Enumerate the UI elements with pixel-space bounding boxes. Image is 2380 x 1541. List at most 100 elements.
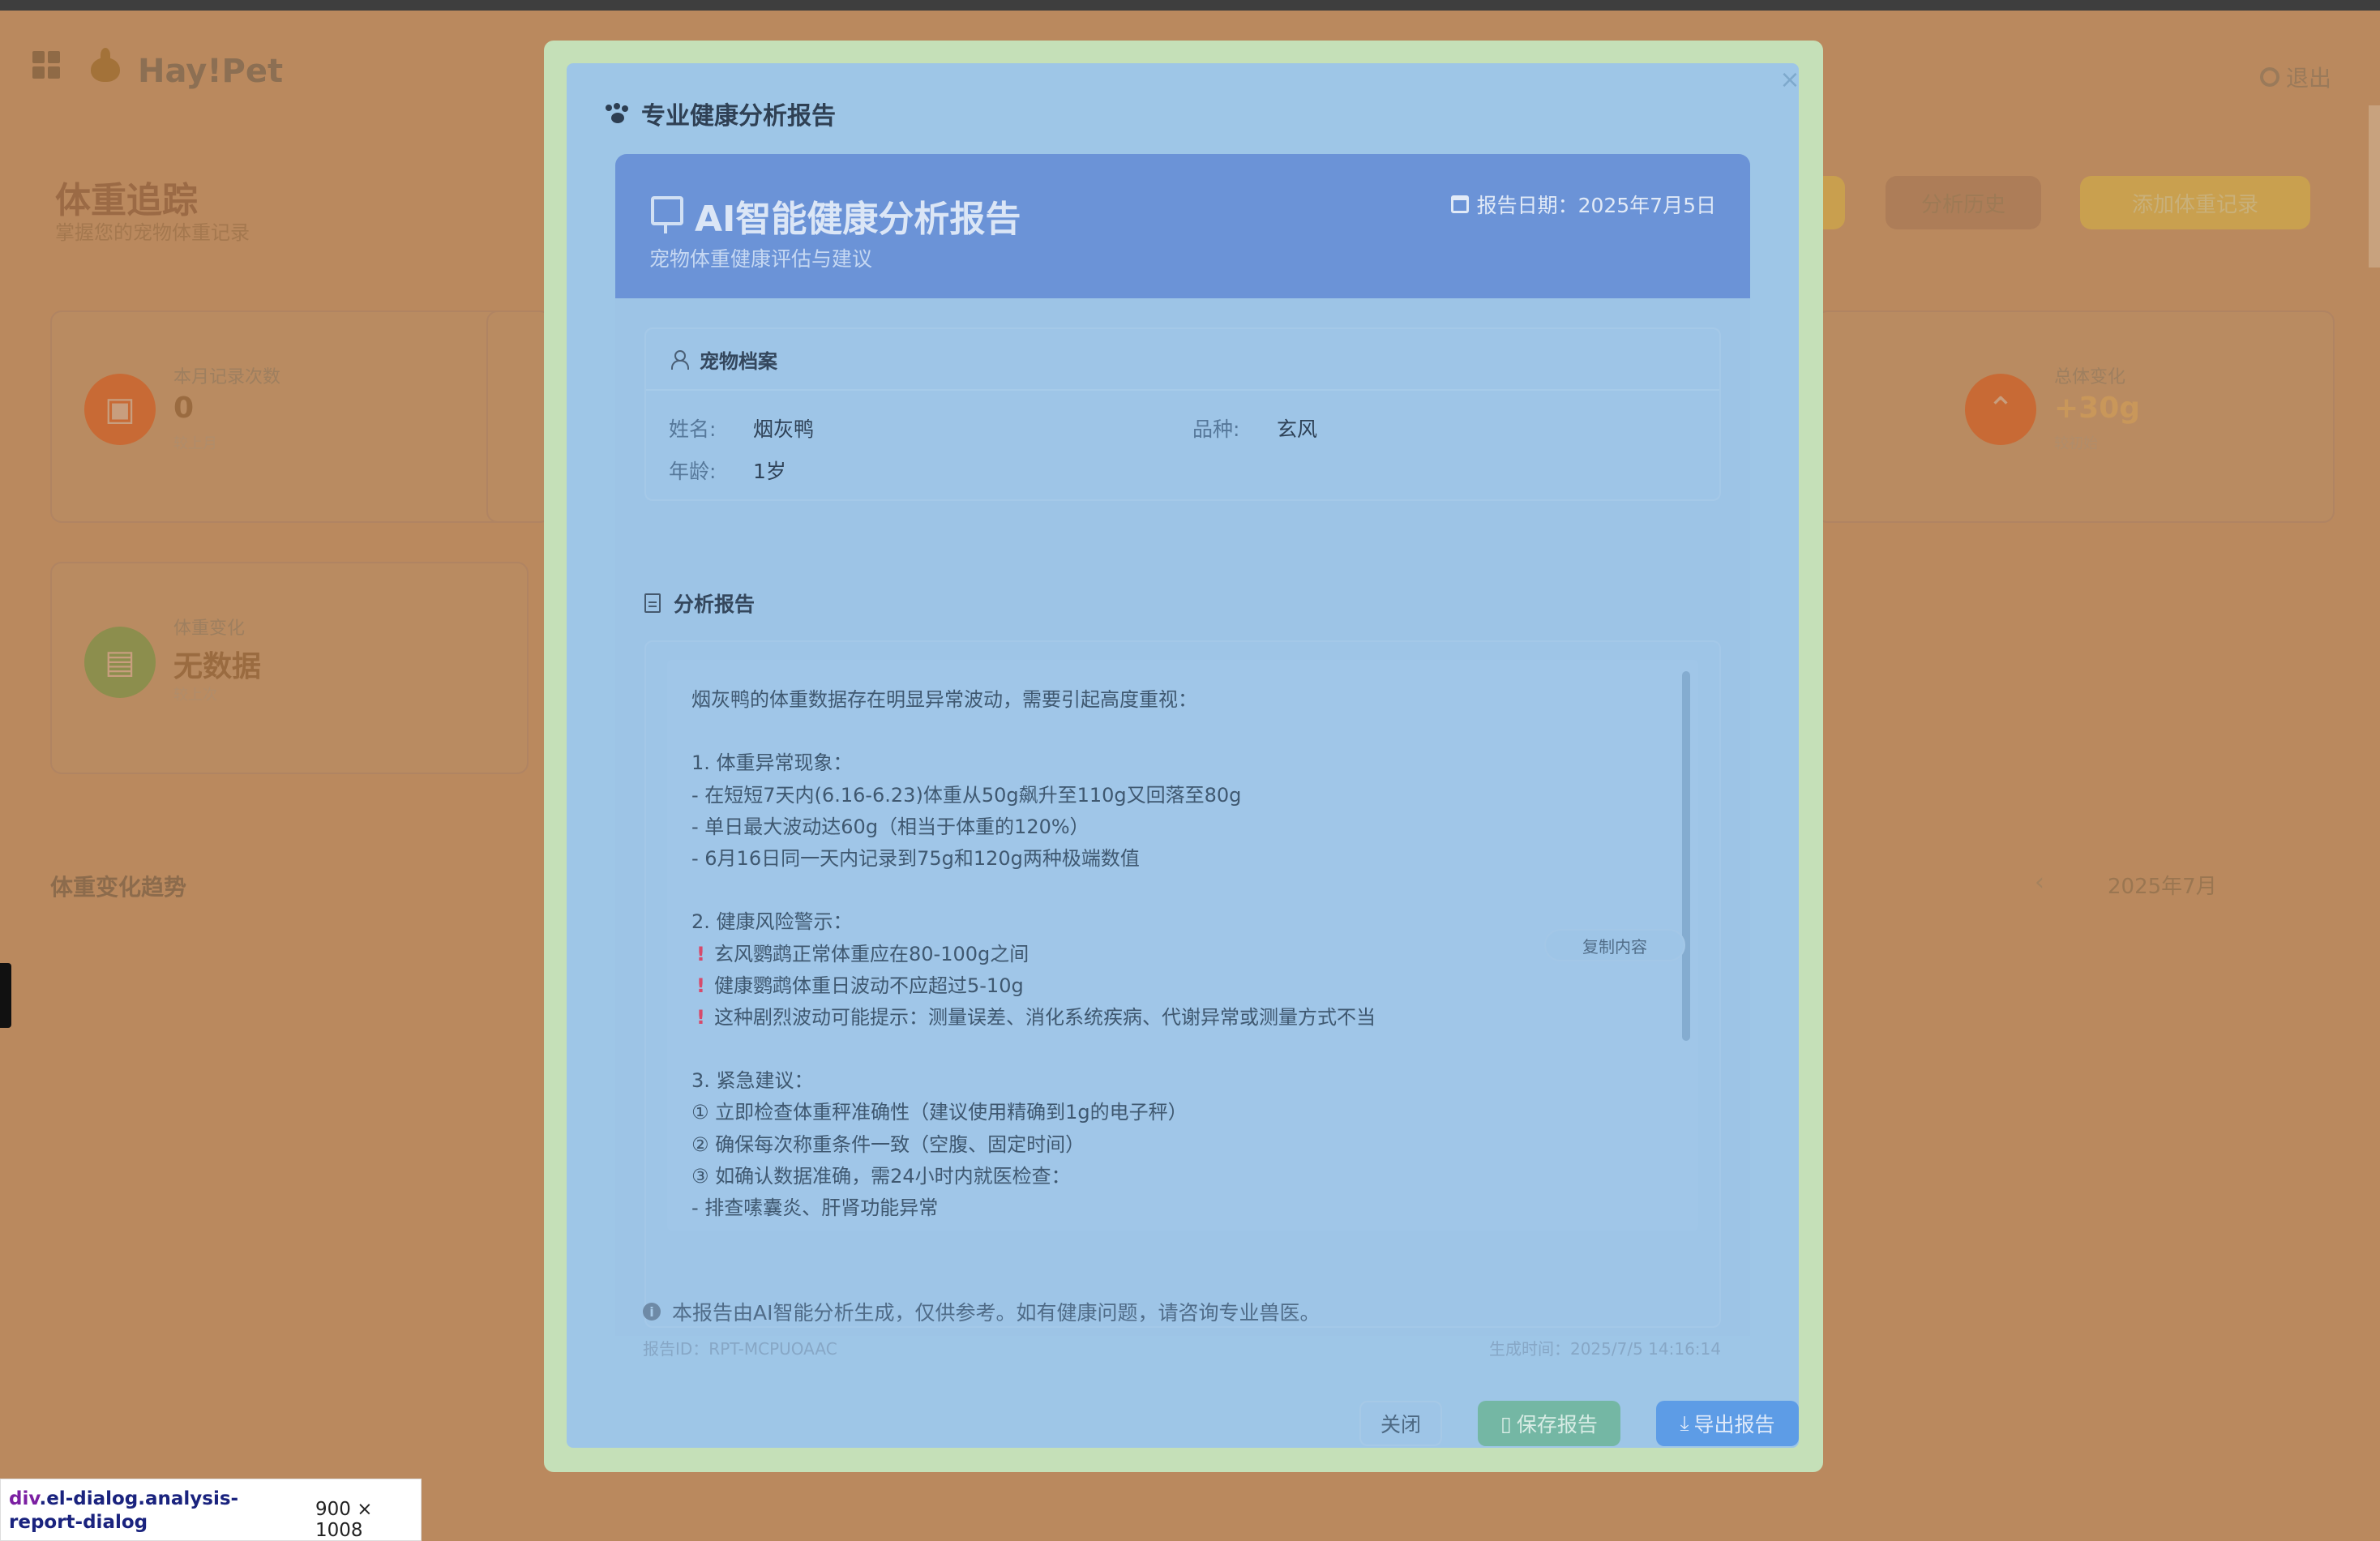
page-scrollbar[interactable]: [2369, 105, 2380, 268]
field-value: 1岁: [753, 460, 786, 483]
trend-month: 2025年7月: [2108, 875, 2217, 899]
field-key: 姓名:: [669, 417, 717, 441]
report-date: 报告日期：2025年7月5日: [1450, 190, 1716, 219]
report-line: 3. 紧急建议：: [691, 1069, 814, 1093]
save-report-label: 保存报告: [1516, 1413, 1598, 1436]
report-text: 烟灰鸭的体重数据存在明显异常波动，需要引起高度重视： 1. 体重异常现象： - …: [691, 684, 1664, 1224]
stat-card-weight-change: ▤ 体重变化 无数据 较上次: [50, 562, 529, 774]
warning-text: 这种剧烈波动可能提示：测量误差、消化系统疾病、代谢异常或测量方式不当: [714, 1005, 1376, 1029]
analysis-report-dialog: × 专业健康分析报告 AI智能健康分析报告 宠物体重健康评估与建议 报告日期：2…: [567, 63, 1799, 1448]
bird-logo-icon: [89, 48, 122, 83]
paw-icon: [606, 103, 630, 124]
export-report-button[interactable]: ⤓ 导出报告: [1656, 1401, 1799, 1446]
copy-content-button[interactable]: 复制内容: [1544, 929, 1685, 961]
report-warning-line: ! 玄风鹦鹉正常体重应在80-100g之间: [691, 939, 1664, 970]
logout-label: 退出: [2285, 65, 2331, 92]
report-scrollbar[interactable]: [1682, 671, 1690, 1041]
profile-field-age: 年龄: 1岁: [669, 456, 786, 485]
report-line: [691, 716, 1664, 747]
document-icon: ▯: [1500, 1411, 1512, 1436]
disclaimer-text: 本报告由AI智能分析生成，仅供参考。如有健康问题，请咨询专业兽医。: [672, 1301, 1321, 1325]
field-key: 品种:: [1192, 417, 1240, 441]
gear-icon: [2259, 67, 2279, 87]
report-box: 烟灰鸭的体重数据存在明显异常波动，需要引起高度重视： 1. 体重异常现象： - …: [644, 640, 1721, 1328]
presentation-icon: [651, 196, 683, 233]
field-value: 玄风: [1277, 417, 1318, 441]
report-warning-line: ! 健康鹦鹉体重日波动不应超过5-10g: [691, 970, 1664, 1002]
report-section-title: 分析报告: [674, 593, 756, 616]
stat-card-hidden: [486, 310, 551, 523]
inspector-tag: div: [9, 1488, 40, 1509]
report-line: ③ 如确认数据准确，需24小时内就医检查：: [691, 1164, 1071, 1188]
pet-profile-title: 宠物档案: [700, 349, 777, 373]
chevron-left-icon[interactable]: ‹: [2035, 868, 2044, 897]
calendar-icon: [1450, 195, 1469, 213]
banner-title: AI智能健康分析报告: [695, 199, 1021, 240]
apps-grid-icon[interactable]: [32, 51, 60, 79]
stat-value: +30g: [2054, 392, 2141, 425]
exclamation-icon: !: [696, 974, 705, 997]
report-line: - 排查嗉囊炎、肝肾功能异常: [691, 1196, 939, 1219]
pet-profile-header: 宠物档案: [646, 329, 1719, 391]
stat-value: 无数据: [173, 650, 262, 683]
stat-label: 体重变化: [173, 619, 246, 639]
disclaimer: i 本报告由AI智能分析生成，仅供参考。如有健康问题，请咨询专业兽医。: [643, 1297, 1320, 1326]
exclamation-icon: !: [696, 1005, 705, 1029]
report-line: - 在短短7天内(6.16-6.23)体重从50g飙升至110g又回落至80g: [691, 783, 1242, 807]
stat-note: 较初始: [2054, 435, 2098, 452]
info-icon: i: [643, 1303, 661, 1321]
report-warning-line: ! 这种剧烈波动可能提示：测量误差、消化系统疾病、代谢异常或测量方式不当: [691, 1002, 1664, 1034]
arrow-up-icon: ⌃: [1965, 374, 2036, 445]
analysis-history-label: 分析历史: [1920, 192, 2005, 217]
field-key: 年龄:: [669, 460, 717, 483]
report-line: 1. 体重异常现象：: [691, 751, 853, 775]
report-line: 烟灰鸭的体重数据存在明显异常波动，需要引起高度重视：: [691, 688, 1197, 711]
stat-card-total-change: ⌃ 总体变化 +30g 较初始: [1816, 310, 2335, 523]
exclamation-icon: !: [696, 942, 705, 965]
report-id: 报告ID：RPT-MCPUOAAC: [643, 1339, 837, 1359]
close-icon[interactable]: ×: [1774, 63, 1799, 96]
banner-subtitle: 宠物体重健康评估与建议: [649, 247, 873, 271]
add-record-button[interactable]: 添加体重记录: [2080, 176, 2310, 229]
stat-note: 较上月: [173, 435, 217, 452]
profile-field-name: 姓名: 烟灰鸭: [669, 413, 814, 443]
stat-label: 总体变化: [2054, 367, 2126, 387]
save-report-button[interactable]: ▯ 保存报告: [1478, 1401, 1620, 1446]
stat-note: 较上次: [173, 687, 217, 704]
inspector-class: .el-dialog.analysis-report-dialog: [9, 1488, 239, 1533]
add-record-label: 添加体重记录: [2131, 192, 2258, 217]
report-line: - 单日最大波动达60g（相当于体重的120%）: [691, 815, 1089, 838]
inspector-selector: div.el-dialog.analysis-report-dialog: [9, 1487, 301, 1535]
report-line: [691, 1034, 1664, 1065]
trend-icon: ▤: [84, 627, 156, 698]
report-line: ① 立即检查体重秤准确性（建议使用精确到1g的电子秤）: [691, 1101, 1188, 1124]
report-section-header: 分析报告: [644, 589, 755, 618]
profile-field-breed: 品种: 玄风: [1192, 413, 1317, 443]
export-report-label: 导出报告: [1693, 1413, 1775, 1436]
analysis-history-button[interactable]: 分析历史: [1886, 176, 2041, 229]
report-date-text: 报告日期：2025年7月5日: [1476, 194, 1716, 217]
report-line: - 6月16日同一天内记录到75g和120g两种极端数值: [691, 846, 1140, 870]
pet-profile-card: 宠物档案 姓名: 烟灰鸭 品种: 玄风 年龄: 1岁: [644, 327, 1721, 501]
report-banner: AI智能健康分析报告 宠物体重健康评估与建议 报告日期：2025年7月5日: [615, 154, 1750, 298]
dialog-header: 专业健康分析报告: [606, 96, 836, 131]
trend-title: 体重变化趋势: [50, 874, 187, 901]
stat-value: 0: [173, 392, 195, 425]
browser-top-strip: [0, 0, 2380, 11]
chart-icon: ▣: [84, 374, 156, 445]
dialog-title: 专业健康分析报告: [641, 102, 836, 131]
warning-text: 玄风鹦鹉正常体重应在80-100g之间: [714, 942, 1029, 965]
report-line: ② 确保每次称重条件一致（空腹、固定时间）: [691, 1132, 1085, 1156]
logout-button[interactable]: 退出: [2259, 61, 2331, 93]
inspector-size: 900 × 1008: [315, 1499, 373, 1541]
report-line: [691, 875, 1664, 906]
app-name: Hay!Pet: [138, 53, 284, 90]
stat-label: 本月记录次数: [173, 367, 281, 387]
user-icon: [670, 350, 689, 370]
field-value: 烟灰鸭: [753, 417, 815, 441]
side-drawer-handle[interactable]: [0, 963, 11, 1028]
stat-card-monthly-count: ▣ 本月记录次数 0 较上月: [50, 310, 529, 523]
close-button[interactable]: 关闭: [1359, 1401, 1442, 1446]
page-title: 体重追踪: [55, 180, 198, 221]
devtools-inspector-tooltip: div.el-dialog.analysis-report-dialog 900…: [0, 1479, 422, 1541]
